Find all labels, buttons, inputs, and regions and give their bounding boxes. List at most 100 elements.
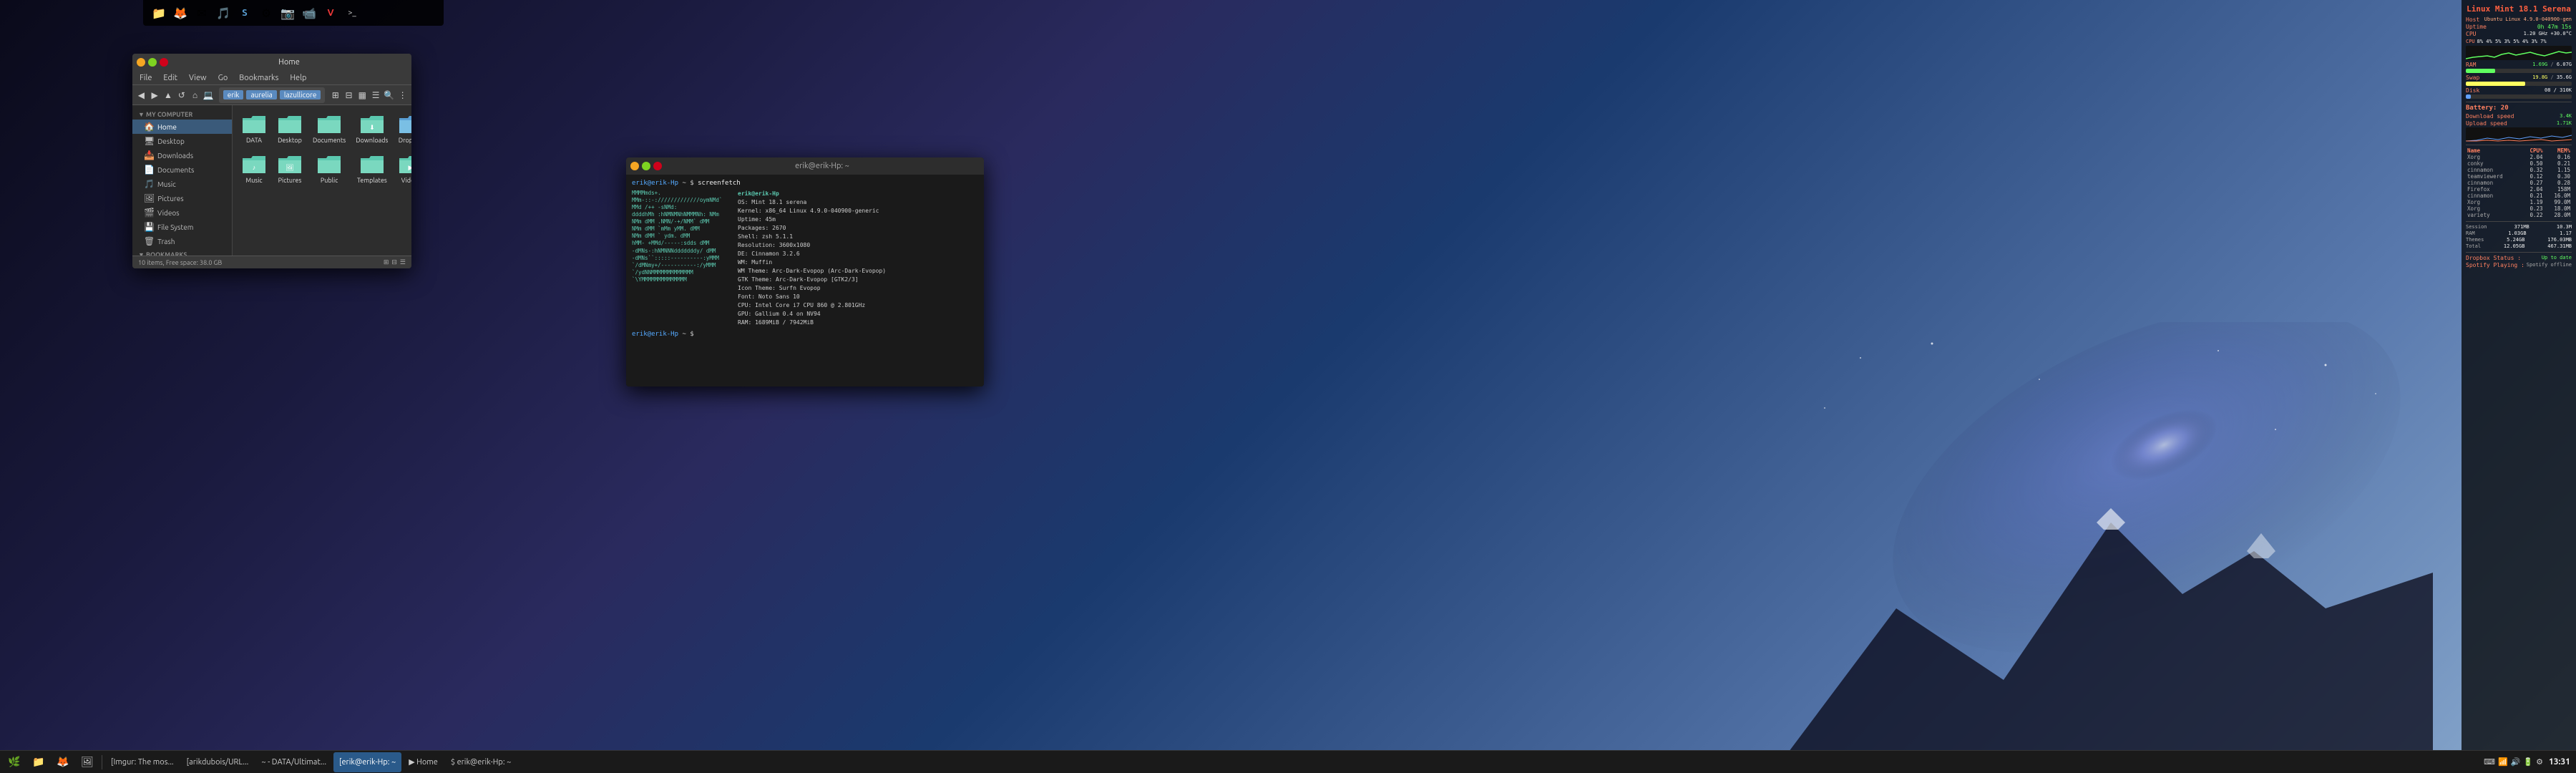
taskbar-mint-btn[interactable]: 🌿 bbox=[3, 752, 26, 772]
search-btn[interactable]: 🔍 bbox=[383, 87, 395, 103]
app-icon-screenrecord[interactable]: 📹 bbox=[299, 3, 319, 23]
filesystem-icon: 💾 bbox=[144, 222, 155, 232]
taskbar-item-firefox[interactable]: 🦊 bbox=[52, 752, 74, 772]
menu-help[interactable]: Help bbox=[287, 74, 309, 82]
folder-public[interactable]: Public bbox=[310, 151, 348, 187]
folder-templates-icon bbox=[359, 154, 385, 175]
sidebar-item-music[interactable]: 🎵 Music bbox=[132, 177, 232, 191]
taskbar-item-files[interactable]: 📁 bbox=[27, 752, 50, 772]
more-btn[interactable]: ⋮ bbox=[396, 87, 409, 103]
sidebar-item-home[interactable]: 🏠 Home bbox=[132, 120, 232, 134]
nav-forward-btn[interactable]: ▶ bbox=[149, 87, 161, 103]
sidebar-item-downloads[interactable]: 📥 Downloads bbox=[132, 148, 232, 162]
sysmon-uptime-label: Uptime bbox=[2466, 24, 2487, 30]
folder-music[interactable]: ♪ Music bbox=[238, 151, 270, 187]
sysmon-uptime-value: 0h 47m 15s bbox=[2537, 24, 2572, 30]
folder-documents-icon bbox=[316, 114, 342, 135]
app-icon-firefox[interactable]: 🦊 bbox=[170, 3, 190, 23]
menu-file[interactable]: File bbox=[137, 74, 155, 82]
menu-view[interactable]: View bbox=[186, 74, 210, 82]
folder-templates[interactable]: Templates bbox=[353, 151, 391, 187]
nav-computer-btn[interactable]: 💻 bbox=[203, 87, 215, 103]
sysmon-cpu-freq-value: 1.20 GHz +30.0°C bbox=[2524, 31, 2572, 37]
process-row: cinnamon0.2116.0M bbox=[2466, 193, 2572, 199]
folder-data-label: DATA bbox=[246, 137, 262, 144]
app-icon-vivaldi[interactable]: V bbox=[321, 3, 341, 23]
menu-bookmarks[interactable]: Bookmarks bbox=[236, 74, 281, 82]
app-icon-files[interactable]: 📁 bbox=[149, 3, 169, 23]
folder-pictures[interactable]: 🖼 Pictures bbox=[274, 151, 306, 187]
window-maximize-btn[interactable] bbox=[148, 58, 157, 67]
tray-network-icon[interactable]: 📶 bbox=[2498, 757, 2508, 767]
tray-keyboard-icon[interactable]: ⌨ bbox=[2484, 757, 2495, 767]
sysmon-host-label: Host bbox=[2466, 16, 2479, 23]
term-maximize-btn[interactable] bbox=[642, 162, 650, 170]
process-row: Xorg1.1999.0M bbox=[2466, 199, 2572, 205]
breadcrumb-aurelia[interactable]: aurelia bbox=[246, 90, 276, 99]
sysmon-swap-bar-fill bbox=[2466, 82, 2525, 86]
tray-misc-icon[interactable]: ⚙ bbox=[2536, 757, 2543, 767]
sysmon-cpu-label: CPU bbox=[2466, 31, 2476, 37]
sidebar-item-desktop[interactable]: 🖥 Desktop bbox=[132, 134, 232, 148]
taskbar-item-imgur[interactable]: [Imgur: The mos... bbox=[105, 752, 180, 772]
taskbar-item-arikdubois[interactable]: [arikdubois/URL... bbox=[181, 752, 255, 772]
folder-videos[interactable]: ▶ Videos bbox=[395, 151, 411, 187]
sysmon-title: Linux Mint 18.1 Serena bbox=[2466, 4, 2572, 14]
nav-up-btn[interactable]: ▲ bbox=[162, 87, 175, 103]
sysmon-panel: Linux Mint 18.1 Serena Host Ubuntu Linux… bbox=[2462, 0, 2576, 750]
toggle-sidebar-btn[interactable]: ⊞ bbox=[329, 87, 341, 103]
taskbar-files-icon: 📁 bbox=[33, 757, 44, 768]
tray-sound-icon[interactable]: 🔊 bbox=[2511, 757, 2521, 767]
taskbar-time: 13:31 bbox=[2549, 757, 2570, 767]
taskbar-item-terminal2[interactable]: $ erik@erik-Hp: ~ bbox=[445, 752, 517, 772]
nav-home-btn[interactable]: ⌂ bbox=[189, 87, 201, 103]
folder-dropbox[interactable]: Dropbox bbox=[395, 111, 411, 147]
folder-downloads[interactable]: ⬇ Downloads bbox=[353, 111, 391, 147]
folder-desktop[interactable]: Desktop bbox=[274, 111, 306, 147]
nav-reload-btn[interactable]: ↺ bbox=[175, 87, 187, 103]
window-minimize-btn[interactable] bbox=[137, 58, 145, 67]
process-row: teamviewerd0.120.30 bbox=[2466, 173, 2572, 180]
app-icon-thunderbird[interactable]: ✉ bbox=[192, 3, 212, 23]
fm-sidebar: ▼ My Computer 🏠 Home 🖥 Desktop 📥 Downloa… bbox=[132, 105, 233, 256]
sidebar-item-documents[interactable]: 📄 Documents bbox=[132, 162, 232, 177]
taskbar-item-terminal[interactable]: [erik@erik-Hp: ~ bbox=[333, 752, 401, 772]
sidebar-item-pictures[interactable]: 🖼 Pictures bbox=[132, 191, 232, 205]
term-close-btn[interactable] bbox=[653, 162, 662, 170]
terminal-window: erik@erik-Hp: ~ erik@erik-Hp ~ $ screenf… bbox=[626, 157, 984, 386]
term-minimize-btn[interactable] bbox=[630, 162, 639, 170]
sidebar-item-videos[interactable]: 🎬 Videos bbox=[132, 205, 232, 220]
taskbar-image-icon: 🖼 bbox=[82, 757, 93, 768]
menu-edit[interactable]: Edit bbox=[160, 74, 180, 82]
sidebar-item-trash[interactable]: 🗑 Trash bbox=[132, 234, 232, 248]
window-close-btn[interactable] bbox=[160, 58, 168, 67]
sysmon-net-graph bbox=[2466, 127, 2572, 142]
menu-go[interactable]: Go bbox=[215, 74, 231, 82]
fm-view-buttons: ⊞ ⊟ ☰ bbox=[384, 258, 406, 266]
breadcrumb-lazullicore[interactable]: lazullicore bbox=[280, 90, 321, 99]
mountain-illustration bbox=[1789, 322, 2433, 752]
tray-battery-icon[interactable]: 🔋 bbox=[2523, 757, 2533, 767]
breadcrumb-erik[interactable]: erik bbox=[223, 90, 244, 99]
sidebar-item-filesystem[interactable]: 💾 File System bbox=[132, 220, 232, 234]
app-icon-photos[interactable]: 📷 bbox=[278, 3, 298, 23]
app-icon-shiftit[interactable]: S bbox=[235, 3, 255, 23]
toggle-extra-btn[interactable]: ⊟ bbox=[343, 87, 355, 103]
app-icon-spotify[interactable]: 🎵 bbox=[213, 3, 233, 23]
svg-text:⬇: ⬇ bbox=[369, 124, 375, 131]
sysmon-battery-title: Battery: 20 bbox=[2466, 104, 2572, 112]
terminal-body[interactable]: erik@erik-Hp ~ $ screenfetch MMMMmds+. M… bbox=[626, 175, 984, 386]
taskbar-item-home-fm[interactable]: ▶ Home bbox=[403, 752, 444, 772]
app-icon-misc[interactable]: ⚙ bbox=[256, 3, 276, 23]
fm-grid: DATA Desktop Documents bbox=[238, 111, 406, 187]
taskbar-item-image-viewer[interactable]: 🖼 bbox=[76, 752, 99, 772]
nav-back-btn[interactable]: ◀ bbox=[135, 87, 147, 103]
view-list-btn[interactable]: ☰ bbox=[370, 87, 382, 103]
folder-public-label: Public bbox=[321, 177, 338, 184]
term-line-final-prompt: erik@erik-Hp ~ $ bbox=[632, 330, 978, 339]
folder-data[interactable]: DATA bbox=[238, 111, 270, 147]
folder-documents[interactable]: Documents bbox=[310, 111, 348, 147]
view-icon-btn[interactable]: ▦ bbox=[356, 87, 369, 103]
taskbar-item-data-ulti[interactable]: ~ - DATA/Ultimat... bbox=[255, 752, 332, 772]
app-icon-terminal[interactable]: >_ bbox=[342, 3, 362, 23]
